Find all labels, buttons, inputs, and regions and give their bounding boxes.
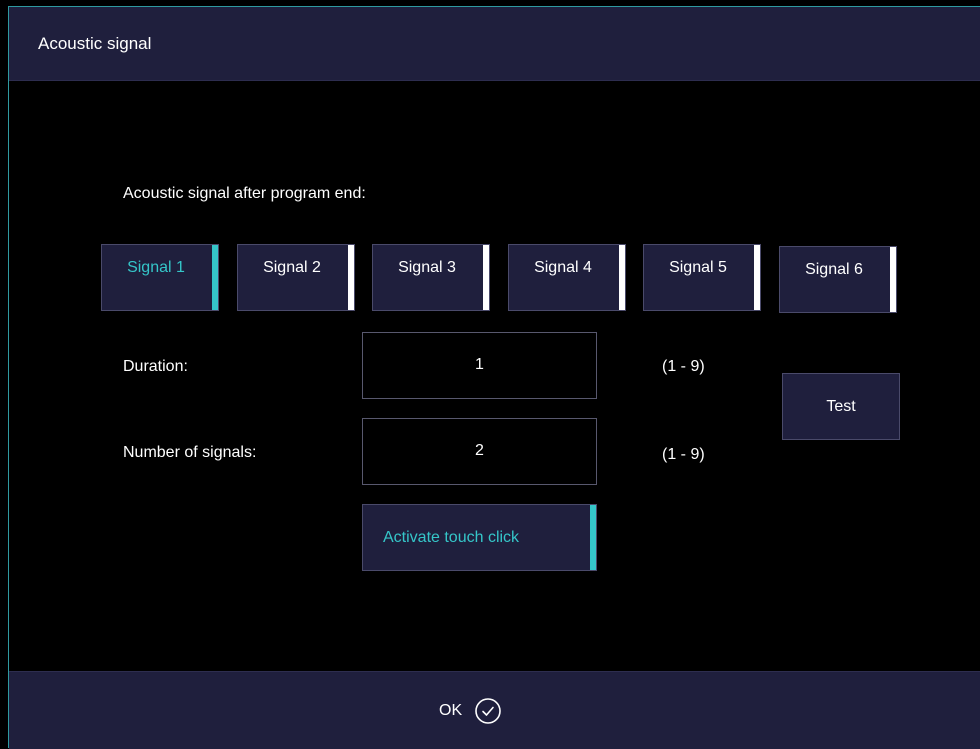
signal-3-indicator — [483, 245, 489, 310]
signal-5-button[interactable]: Signal 5 — [643, 244, 761, 311]
signal-1-button[interactable]: Signal 1 — [101, 244, 219, 311]
ok-button[interactable]: OK — [439, 696, 502, 726]
dialog-title: Acoustic signal — [38, 34, 152, 53]
signal-6-button[interactable]: Signal 6 — [779, 246, 897, 313]
signal-6-label: Signal 6 — [805, 261, 863, 278]
signal-3-label: Signal 3 — [398, 259, 456, 276]
signal-4-label: Signal 4 — [534, 259, 592, 276]
signal-6-indicator — [890, 247, 896, 312]
check-circle-icon — [474, 697, 502, 725]
number-of-signals-value: 2 — [475, 442, 484, 459]
dialog-footer: OK — [9, 671, 980, 749]
signal-heading: Acoustic signal after program end: — [123, 185, 366, 202]
signal-2-indicator — [348, 245, 354, 310]
activate-touch-click-button[interactable]: Activate touch click — [362, 504, 597, 571]
signal-5-label: Signal 5 — [669, 259, 727, 276]
signal-4-button[interactable]: Signal 4 — [508, 244, 626, 311]
number-of-signals-field[interactable]: 2 — [362, 418, 597, 485]
test-label: Test — [826, 398, 856, 415]
activate-touch-click-label: Activate touch click — [383, 529, 520, 546]
number-of-signals-label: Number of signals: — [123, 444, 257, 461]
signal-1-label: Signal 1 — [127, 259, 185, 276]
signal-4-indicator — [619, 245, 625, 310]
signal-2-button[interactable]: Signal 2 — [237, 244, 355, 311]
activate-touch-click-indicator — [590, 505, 596, 570]
duration-value: 1 — [475, 356, 484, 373]
number-of-signals-range: (1 - 9) — [662, 446, 705, 463]
test-button[interactable]: Test — [782, 373, 900, 440]
duration-field[interactable]: 1 — [362, 332, 597, 399]
signal-1-indicator — [212, 245, 218, 310]
signal-5-indicator — [754, 245, 760, 310]
title-bar: Acoustic signal — [9, 7, 980, 81]
signal-2-label: Signal 2 — [263, 259, 321, 276]
dialog-frame: Acoustic signal Acoustic signal after pr… — [8, 6, 980, 749]
duration-label: Duration: — [123, 358, 188, 375]
signal-3-button[interactable]: Signal 3 — [372, 244, 490, 311]
ok-label: OK — [439, 702, 463, 719]
duration-range: (1 - 9) — [662, 358, 705, 375]
